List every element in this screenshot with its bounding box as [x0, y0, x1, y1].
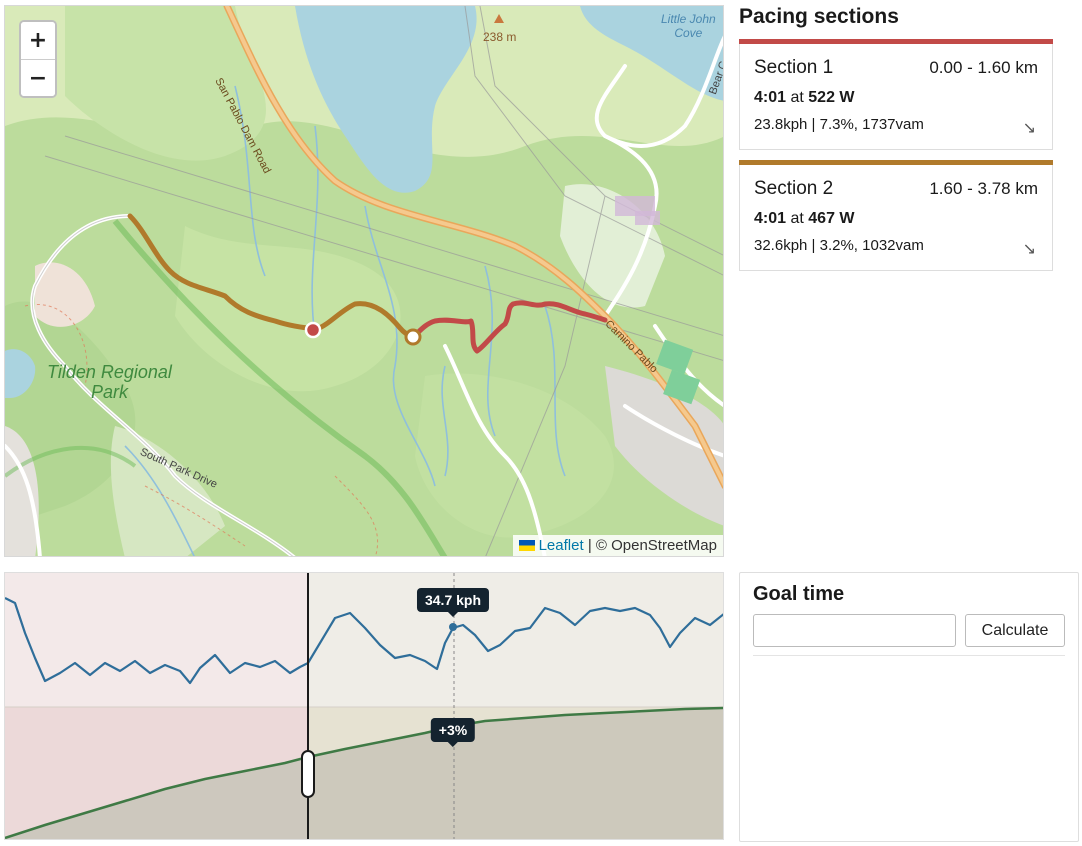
section-power: 522 W: [808, 89, 855, 106]
section-card[interactable]: Section 2 1.60 - 3.78 km 4:01 at 467 W 3…: [739, 160, 1053, 271]
map-attribution: Leaflet | © OpenStreetMap: [512, 535, 723, 556]
zoom-out-button[interactable]: −: [21, 59, 55, 96]
section-at: at: [790, 89, 804, 106]
goal-time-title: Goal time: [753, 583, 845, 605]
section-stats: 32.6kph | 3.2%, 1032vam: [754, 237, 924, 254]
pacing-sidebar: Pacing sections Section 1 0.00 - 1.60 km…: [739, 5, 1053, 281]
section-2-start-marker: [404, 328, 422, 346]
zoom-control: + −: [19, 20, 57, 98]
ukraine-flag-icon: [518, 540, 535, 551]
tilden-park-line-1: Tilden Regional: [47, 362, 172, 382]
expand-arrow-icon[interactable]: ↘: [1023, 239, 1036, 258]
goal-time-panel: Goal time Calculate: [739, 572, 1079, 842]
calculate-button[interactable]: Calculate: [965, 614, 1065, 647]
section-range: 1.60 - 3.78 km: [929, 179, 1038, 198]
section-at: at: [790, 210, 804, 227]
goal-time-input[interactable]: [753, 614, 956, 647]
section-name: Section 2: [754, 178, 834, 199]
zoom-in-button[interactable]: +: [21, 22, 55, 59]
map-tiles[interactable]: [5, 6, 724, 557]
section-1-speed-bg: [5, 573, 308, 707]
section-time: 4:01: [754, 89, 787, 106]
section-card[interactable]: Section 1 0.00 - 1.60 km 4:01 at 522 W 2…: [739, 39, 1053, 150]
section-range: 0.00 - 1.60 km: [929, 58, 1038, 77]
expand-arrow-icon[interactable]: ↘: [1023, 118, 1036, 137]
elevation-label: 238 m: [483, 30, 517, 44]
section-time-power: 4:01 at 522 W: [754, 89, 1038, 107]
section-color-bar: [739, 160, 1053, 165]
little-john-cove-label: Little John Cove: [661, 12, 716, 40]
section-1-start-marker: [304, 321, 322, 339]
hover-point: [449, 623, 457, 631]
osm-attribution: | © OpenStreetMap: [587, 537, 717, 554]
section-name: Section 1: [754, 57, 834, 78]
leaflet-link[interactable]: Leaflet: [539, 537, 584, 554]
grade-tooltip: +3%: [430, 718, 476, 747]
section-2-speed-bg: [308, 573, 723, 707]
tilden-park-line-2: Park: [90, 382, 128, 402]
section-color-bar: [739, 39, 1053, 44]
little-john-cove-line-2: Cove: [674, 26, 703, 40]
section-stats: 23.8kph | 7.3%, 1737vam: [754, 116, 924, 133]
speed-tooltip: 34.7 kph: [416, 588, 490, 617]
pacing-sections-title: Pacing sections: [739, 5, 899, 28]
section-time-power: 4:01 at 467 W: [754, 210, 1038, 228]
tilden-park-label: Tilden Regional Park: [47, 362, 172, 402]
profile-chart[interactable]: [5, 573, 724, 840]
section-divider-handle: [301, 750, 315, 798]
section-power: 467 W: [808, 210, 855, 227]
little-john-cove-line-1: Little John: [661, 12, 716, 26]
speed-elevation-profile[interactable]: 34.7 kph +3%: [4, 572, 724, 840]
section-time: 4:01: [754, 210, 787, 227]
route-map[interactable]: + − 238 m Little John Cove Tilden Region…: [4, 5, 724, 557]
